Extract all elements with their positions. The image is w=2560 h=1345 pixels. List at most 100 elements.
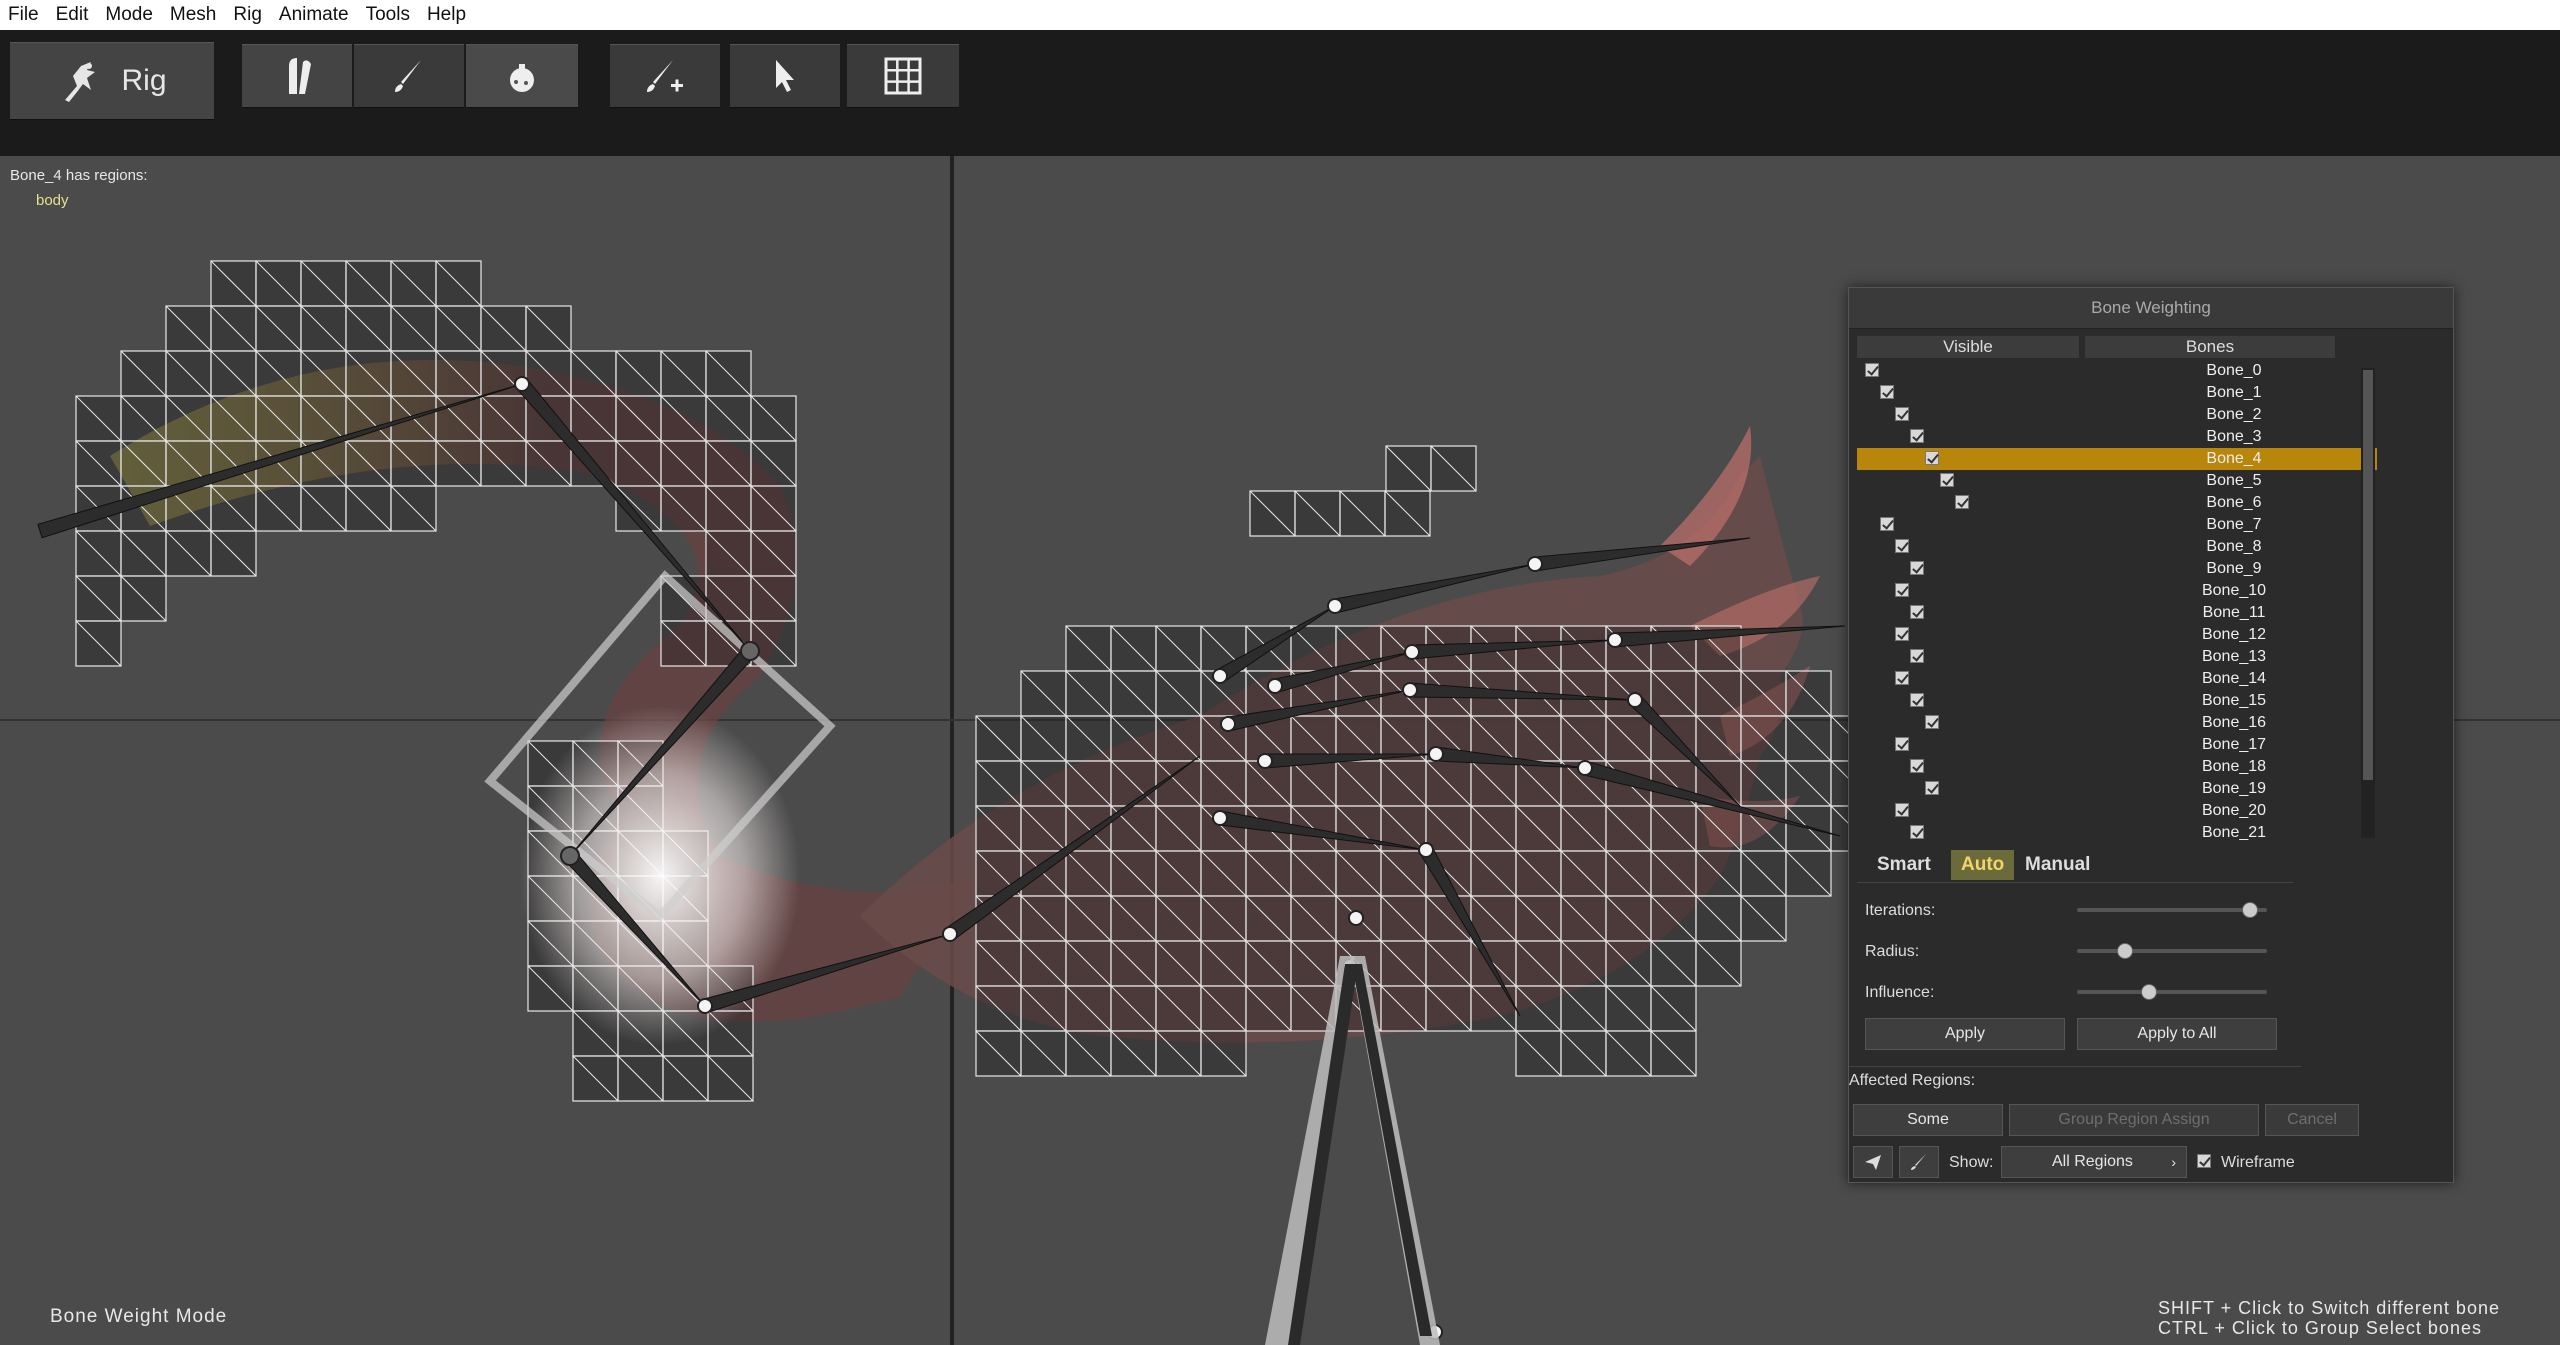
bone-row[interactable]: Bone_10 xyxy=(1857,580,2377,602)
bone-row[interactable]: Bone_16 xyxy=(1857,712,2377,734)
rig-mode-button[interactable]: Rig xyxy=(10,42,214,120)
influence-slider-knob[interactable] xyxy=(2141,984,2158,1000)
menu-edit[interactable]: Edit xyxy=(48,4,98,26)
influence-slider[interactable] xyxy=(2077,984,2267,1000)
panel-title[interactable]: Bone Weighting xyxy=(1849,288,2453,329)
menu-rig[interactable]: Rig xyxy=(225,4,271,26)
bone-joint[interactable] xyxy=(1257,753,1273,769)
bone-visible-checkbox[interactable] xyxy=(1940,473,1954,487)
apply-to-all-button[interactable]: Apply to All xyxy=(2077,1018,2277,1050)
bone-visible-checkbox[interactable] xyxy=(1910,825,1924,839)
bone-joint[interactable] xyxy=(1267,678,1283,694)
bone-row[interactable]: Bone_11 xyxy=(1857,602,2377,624)
bone-row[interactable]: Bone_3 xyxy=(1857,426,2377,448)
bone-joint[interactable] xyxy=(697,998,713,1014)
bone-joint[interactable] xyxy=(1418,842,1434,858)
bone-row[interactable]: Bone_9 xyxy=(1857,558,2377,580)
bone-visible-checkbox[interactable] xyxy=(1955,495,1969,509)
bone-row[interactable]: Bone_18 xyxy=(1857,756,2377,778)
bone-row[interactable]: Bone_6 xyxy=(1857,492,2377,514)
bone-visible-checkbox[interactable] xyxy=(1910,649,1924,663)
tab-manual[interactable]: Manual xyxy=(2015,850,2100,880)
bone-row[interactable]: Bone_13 xyxy=(1857,646,2377,668)
bone-visible-checkbox[interactable] xyxy=(1910,693,1924,707)
bone-joint[interactable] xyxy=(740,641,760,661)
select-button[interactable] xyxy=(730,44,840,108)
bone-row[interactable]: Bone_19 xyxy=(1857,778,2377,800)
bone-row[interactable]: Bone_5 xyxy=(1857,470,2377,492)
add-brush-button[interactable] xyxy=(610,44,720,108)
cancel-button[interactable]: Cancel xyxy=(2265,1104,2359,1136)
bone-visible-checkbox[interactable] xyxy=(1895,627,1909,641)
bone-visible-checkbox[interactable] xyxy=(1910,429,1924,443)
menu-help[interactable]: Help xyxy=(419,4,475,26)
bone-visible-checkbox[interactable] xyxy=(1880,385,1894,399)
bone-visible-checkbox[interactable] xyxy=(1865,363,1879,377)
bones-column-header[interactable]: Bones xyxy=(2085,336,2335,358)
bone-visible-checkbox[interactable] xyxy=(1895,583,1909,597)
iterations-slider[interactable] xyxy=(2077,902,2267,918)
bone-visible-checkbox[interactable] xyxy=(1895,737,1909,751)
bone-visible-checkbox[interactable] xyxy=(1895,407,1909,421)
bone-tool-button[interactable] xyxy=(242,44,352,108)
brush-mode-button[interactable] xyxy=(1899,1146,1939,1178)
bone-joint[interactable] xyxy=(514,376,530,392)
bone-joint[interactable] xyxy=(1327,598,1343,614)
bone-row[interactable]: Bone_17 xyxy=(1857,734,2377,756)
menu-tools[interactable]: Tools xyxy=(358,4,419,26)
some-regions-button[interactable]: Some xyxy=(1853,1104,2003,1136)
bone-row[interactable]: Bone_12 xyxy=(1857,624,2377,646)
bone-joint[interactable] xyxy=(560,846,580,866)
bone-row[interactable]: Bone_8 xyxy=(1857,536,2377,558)
weight-bomb-button[interactable] xyxy=(466,44,578,108)
apply-button[interactable]: Apply xyxy=(1865,1018,2065,1050)
bone-joint[interactable] xyxy=(1607,632,1623,648)
bone-row[interactable]: Bone_15 xyxy=(1857,690,2377,712)
bone-joint[interactable] xyxy=(1577,760,1593,776)
radius-slider-knob[interactable] xyxy=(2117,943,2134,959)
bone-row[interactable]: Bone_4 xyxy=(1857,448,2377,470)
bone-row[interactable]: Bone_21 xyxy=(1857,822,2377,840)
bone-joint[interactable] xyxy=(1212,668,1228,684)
bone-row[interactable]: Bone_20 xyxy=(1857,800,2377,822)
radius-slider[interactable] xyxy=(2077,943,2267,959)
grid-button[interactable] xyxy=(847,44,959,108)
menu-animate[interactable]: Animate xyxy=(271,4,358,26)
bone-joint[interactable] xyxy=(1428,746,1444,762)
tab-auto[interactable]: Auto xyxy=(1951,850,2015,880)
menu-mesh[interactable]: Mesh xyxy=(162,4,225,26)
menu-file[interactable]: File xyxy=(0,4,48,26)
bone-visible-checkbox[interactable] xyxy=(1910,759,1924,773)
brush-button[interactable] xyxy=(354,44,464,108)
bone-joint[interactable] xyxy=(1212,810,1228,826)
tab-smart[interactable]: Smart xyxy=(1867,850,1941,880)
wireframe-checkbox[interactable] xyxy=(2197,1154,2211,1168)
bone-joint[interactable] xyxy=(1627,692,1643,708)
bone-visible-checkbox[interactable] xyxy=(1910,561,1924,575)
show-regions-dropdown[interactable]: All Regions › xyxy=(2001,1146,2187,1178)
bone-joint[interactable] xyxy=(942,926,958,942)
bone-row[interactable]: Bone_1 xyxy=(1857,382,2377,404)
visible-column-header[interactable]: Visible xyxy=(1857,336,2079,358)
bone-row[interactable]: Bone_7 xyxy=(1857,514,2377,536)
bone-visible-checkbox[interactable] xyxy=(1880,517,1894,531)
bone-list-scrollbar[interactable] xyxy=(2361,368,2375,838)
bone-visible-checkbox[interactable] xyxy=(1910,605,1924,619)
bone-row[interactable]: Bone_0 xyxy=(1857,360,2377,382)
bone-joint[interactable] xyxy=(1348,910,1364,926)
bone-joint[interactable] xyxy=(1220,716,1236,732)
paint-mode-button[interactable] xyxy=(1853,1146,1893,1178)
bone-joint[interactable] xyxy=(1402,682,1418,698)
bone-visible-checkbox[interactable] xyxy=(1895,803,1909,817)
bone-visible-checkbox[interactable] xyxy=(1925,451,1939,465)
bone-row[interactable]: Bone_14 xyxy=(1857,668,2377,690)
bone-joint[interactable] xyxy=(1527,556,1543,572)
menu-mode[interactable]: Mode xyxy=(97,4,162,26)
bone-visible-checkbox[interactable] xyxy=(1925,715,1939,729)
bone-visible-checkbox[interactable] xyxy=(1895,671,1909,685)
bone-row[interactable]: Bone_2 xyxy=(1857,404,2377,426)
bone-visible-checkbox[interactable] xyxy=(1895,539,1909,553)
group-region-assign-button[interactable]: Group Region Assign xyxy=(2009,1104,2259,1136)
iterations-slider-knob[interactable] xyxy=(2242,902,2259,918)
bone-visible-checkbox[interactable] xyxy=(1925,781,1939,795)
